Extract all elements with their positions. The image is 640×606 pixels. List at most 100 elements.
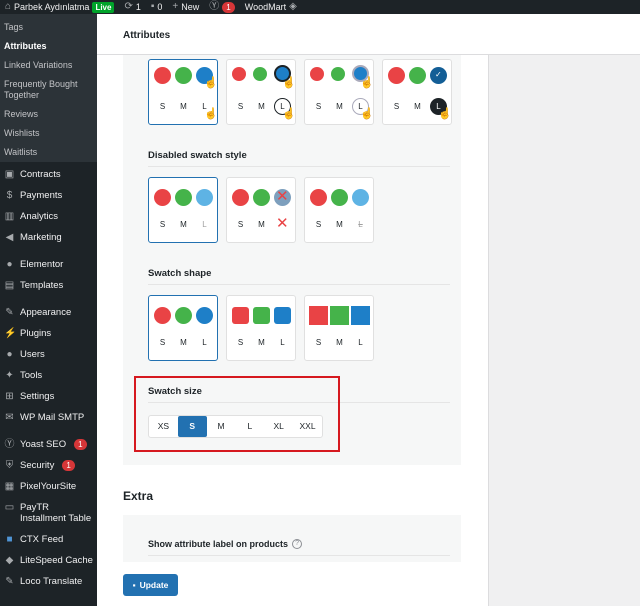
- yoast-link[interactable]: Ⓨ 1: [204, 0, 239, 14]
- swatch-green: [331, 189, 348, 206]
- swatch-green: [331, 67, 345, 81]
- menu-item-pixelyoursite[interactable]: ▦ PixelYourSite: [0, 476, 97, 497]
- products-submenu: Tags Attributes Linked Variations Freque…: [0, 14, 97, 162]
- site-link[interactable]: ⌂ Parbek Aydınlatma Live: [0, 0, 119, 14]
- swatch-green: [409, 67, 426, 84]
- submenu-item-attributes[interactable]: Attributes: [0, 37, 97, 56]
- swatch-green: [175, 67, 192, 84]
- swatch-light-blue: [196, 189, 213, 206]
- appearance-icon: ✎: [5, 307, 14, 318]
- shape-option-square[interactable]: S M L: [304, 295, 374, 361]
- disabled-style-title: Disabled swatch style: [148, 150, 247, 161]
- elementor-icon: ●: [6, 259, 13, 270]
- menu-item-ctx-feed[interactable]: ■ CTX Feed: [0, 529, 97, 550]
- settings-panel: S M L ☝ ☝ S M L ☝ ☝ S M L ☝ ☝ ✓ S M L ☝ …: [97, 55, 489, 606]
- menu-item-loco-translate[interactable]: ✎ Loco Translate: [0, 571, 97, 592]
- menu-item-tools[interactable]: ✦ Tools: [0, 365, 97, 386]
- menu-item-security[interactable]: ⛨ Security 1: [0, 455, 97, 476]
- comment-icon: ▪: [150, 1, 155, 12]
- menu-item-wp-mail-smtp[interactable]: ✉ WP Mail SMTP: [0, 407, 97, 428]
- submenu-item-linked-variations[interactable]: Linked Variations: [0, 56, 97, 75]
- plus-icon: +: [172, 1, 179, 12]
- pointer-icon: ☝: [360, 77, 374, 89]
- comments-count: 0: [157, 2, 163, 12]
- pointer-icon: ☝: [360, 108, 374, 120]
- menu-item-marketing[interactable]: ◀ Marketing: [0, 227, 97, 248]
- yoast-icon: Ⓨ: [209, 1, 220, 12]
- updates-count: 1: [135, 2, 141, 12]
- swatch-green: [330, 306, 349, 325]
- settings-icon: ⊞: [5, 391, 14, 402]
- analytics-icon: ▥: [4, 211, 15, 222]
- woodmart-label: WoodMart: [244, 2, 287, 12]
- users-icon: ●: [6, 349, 13, 360]
- yoast-count: 1: [222, 1, 235, 13]
- page-title: Attributes: [123, 30, 171, 41]
- updates-link[interactable]: ⟳ 1: [119, 0, 145, 14]
- woodmart-link[interactable]: WoodMart ◈: [240, 0, 302, 14]
- highlight-box: [134, 376, 340, 452]
- pixel-icon: ▦: [4, 481, 15, 492]
- disabled-style-option-3[interactable]: S M L: [304, 177, 374, 243]
- save-icon: ▪: [132, 580, 136, 590]
- menu-item-litespeed-cache[interactable]: ◆ LiteSpeed Cache: [0, 550, 97, 571]
- security-icon: ⛨: [5, 460, 14, 471]
- disabled-style-option-1[interactable]: S M L: [148, 177, 218, 243]
- selected-style-option-3[interactable]: S M L ☝ ☝: [304, 59, 374, 125]
- menu-item-templates[interactable]: ▤ Templates: [0, 275, 97, 296]
- swatch-blue: [274, 307, 291, 324]
- comments-link[interactable]: ▪ 0: [146, 0, 168, 14]
- submenu-item-reviews[interactable]: Reviews: [0, 105, 97, 124]
- menu-item-yoast-seo[interactable]: Ⓨ Yoast SEO 1: [0, 434, 97, 455]
- selected-style-option-1[interactable]: S M L ☝ ☝: [148, 59, 218, 125]
- refresh-icon: ⟳: [124, 1, 133, 12]
- swatch-green: [175, 189, 192, 206]
- swatch-blue: [351, 306, 370, 325]
- paytr-icon: ▭: [4, 502, 15, 513]
- show-attribute-label-option: Show attribute label on products ?: [148, 539, 303, 549]
- feed-icon: ■: [6, 534, 13, 545]
- shape-option-rounded[interactable]: S M L: [226, 295, 296, 361]
- main-menu: ▣ Contracts $ Payments ▥ Analytics ◀ Marketi…: [0, 162, 97, 592]
- menu-item-analytics[interactable]: ▥ Analytics: [0, 206, 97, 227]
- templates-icon: ▤: [4, 280, 15, 291]
- selected-style-option-4[interactable]: ✓ S M L ☝: [382, 59, 452, 125]
- swatch-green: [253, 189, 270, 206]
- swatch-light-blue: [352, 189, 369, 206]
- menu-item-plugins[interactable]: ⚡ Plugins: [0, 323, 97, 344]
- cross-icon: ✕: [276, 188, 289, 205]
- pointer-icon: ☝: [204, 77, 218, 89]
- menu-item-payments[interactable]: $ Payments: [0, 185, 97, 206]
- page-header: Attributes: [97, 14, 640, 55]
- menu-item-users[interactable]: ● Users: [0, 344, 97, 365]
- security-count-badge: 1: [62, 460, 75, 471]
- swatch-red: [154, 67, 171, 84]
- plugins-icon: ⚡: [4, 328, 17, 339]
- diamond-icon: ◈: [289, 1, 297, 12]
- swatch-red: [388, 67, 405, 84]
- new-content-link[interactable]: + New: [167, 0, 204, 14]
- litespeed-icon: ◆: [5, 555, 14, 566]
- mail-icon: ✉: [5, 412, 14, 423]
- yoast-count-badge: 1: [74, 439, 87, 450]
- submenu-item-wishlists[interactable]: Wishlists: [0, 124, 97, 143]
- submenu-item-waitlists[interactable]: Waitlists: [0, 143, 97, 162]
- marketing-icon: ◀: [5, 232, 14, 243]
- help-icon[interactable]: ?: [292, 539, 303, 549]
- shape-option-circle[interactable]: S M L: [148, 295, 218, 361]
- update-button[interactable]: ▪ Update: [123, 574, 178, 596]
- pointer-icon: ☝: [204, 108, 218, 120]
- submenu-item-frequently-bought-together[interactable]: Frequently Bought Together: [0, 75, 97, 105]
- menu-item-appearance[interactable]: ✎ Appearance: [0, 302, 97, 323]
- menu-item-paytr[interactable]: ▭ PayTR Installment Table: [0, 497, 97, 529]
- swatch-red: [232, 189, 249, 206]
- menu-item-contracts[interactable]: ▣ Contracts: [0, 164, 97, 185]
- menu-item-settings[interactable]: ⊞ Settings: [0, 386, 97, 407]
- submenu-item-tags[interactable]: Tags: [0, 18, 97, 37]
- selected-style-option-2[interactable]: S M L ☝ ☝: [226, 59, 296, 125]
- swatch-blue: [196, 307, 213, 324]
- live-badge: Live: [92, 1, 115, 13]
- disabled-style-option-2[interactable]: ✕ S M ✕: [226, 177, 296, 243]
- new-label: New: [181, 2, 200, 12]
- menu-item-elementor[interactable]: ● Elementor: [0, 254, 97, 275]
